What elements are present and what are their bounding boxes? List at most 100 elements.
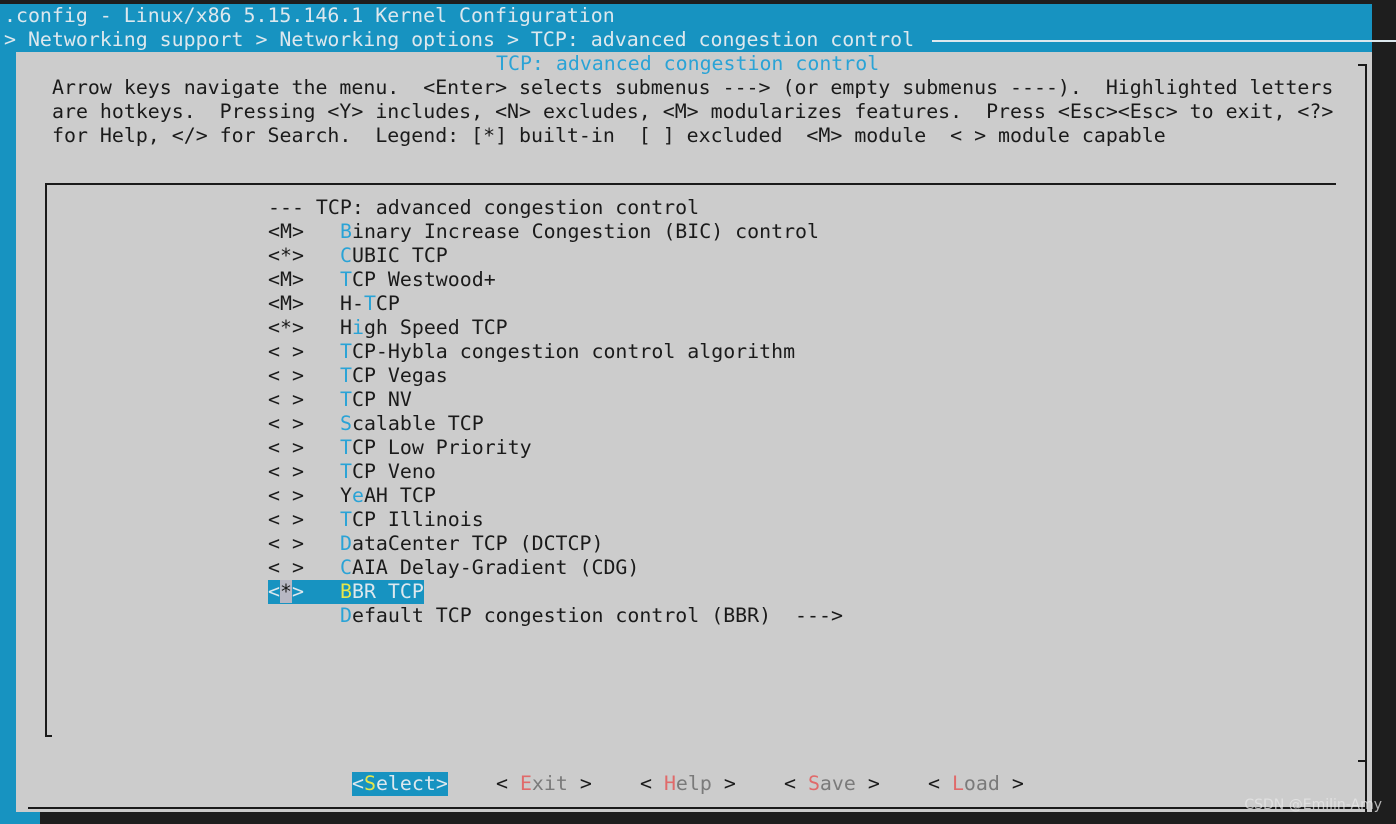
menu-item-label-wrap[interactable]: Binary Increase Congestion (BIC) control…	[340, 220, 819, 244]
menu-item-label-wrap[interactable]: TCP Veno T	[340, 460, 436, 484]
dialog-title: TCP: advanced congestion control	[496, 52, 880, 75]
menu-item-label[interactable]: TCP Veno	[340, 460, 436, 483]
menu-item-label[interactable]: TCP Westwood+	[340, 268, 496, 291]
select-button[interactable]: <Select S >	[352, 772, 448, 796]
menu-item-state[interactable]: <M>	[268, 220, 304, 244]
menu-item-label-wrap[interactable]: CUBIC TCP C	[340, 244, 448, 268]
hotkey-letter: T	[340, 388, 352, 412]
menu-item-label-wrap[interactable]: TCP Low Priority T	[340, 436, 532, 460]
menu-item-state[interactable]: <*>	[268, 316, 304, 340]
hotkey-letter: B	[340, 220, 352, 244]
menu-item-label[interactable]: High Speed TCP	[340, 316, 508, 339]
menu-item-state[interactable]: < >	[268, 436, 304, 460]
hotkey-letter: L	[951, 772, 964, 796]
menu-item-label-wrap[interactable]: CAIA Delay-Gradient (CDG) C	[340, 556, 639, 580]
menu-item-label-wrap[interactable]: TCP Vegas T	[340, 364, 448, 388]
hotkey-letter: T	[363, 292, 376, 316]
hotkey-letter: T	[340, 508, 352, 532]
state-value: *	[279, 580, 292, 603]
menu-item-label[interactable]: TCP Low Priority	[340, 436, 532, 459]
hotkey-letter: T	[340, 460, 352, 484]
dialog-corner	[1358, 64, 1366, 66]
menu-item-state[interactable]: <*>	[268, 580, 304, 604]
bracket: <	[928, 772, 952, 795]
watermark: CSDN @Emilin-Amy	[1244, 797, 1382, 813]
hotkey-letter: B	[340, 580, 352, 604]
hotkey-letter: S	[363, 772, 376, 796]
save-button[interactable]: < Save S >	[784, 772, 880, 796]
menu-item-label[interactable]: Binary Increase Congestion (BIC) control	[340, 220, 819, 243]
menu-item-state[interactable]: < >	[268, 532, 304, 556]
menu-item-state[interactable]: <*>	[268, 244, 304, 268]
menu-item-label-wrap[interactable]: TCP Illinois T	[340, 508, 484, 532]
hotkey-letter: e	[351, 484, 364, 508]
menu-item-state[interactable]: < >	[268, 484, 304, 508]
state-bracket: <	[268, 580, 280, 603]
menu-box-corner	[45, 735, 52, 737]
menu-header: --- TCP: advanced congestion control	[268, 196, 700, 219]
hotkey-letter: C	[340, 556, 352, 580]
hotkey-letter: T	[340, 268, 352, 292]
dialog-bottom-border	[28, 807, 1366, 809]
menu-item-state[interactable]: < >	[268, 556, 304, 580]
breadcrumb: > Networking support > Networking option…	[4, 28, 915, 51]
menu-item-label[interactable]: CAIA Delay-Gradient (CDG)	[340, 556, 639, 579]
bracket: <	[496, 772, 520, 795]
menu-item-label-wrap[interactable]: Scalable TCP S	[340, 412, 484, 436]
menu-item-state[interactable]: < >	[268, 460, 304, 484]
help-button[interactable]: < Help H >	[640, 772, 736, 796]
menu-item-label[interactable]: TCP Illinois	[340, 508, 484, 531]
hotkey-letter: E	[519, 772, 532, 796]
menu-item-label-wrap[interactable]: TCP Westwood+ T	[340, 268, 496, 292]
menu-item-state[interactable]: < >	[268, 412, 304, 436]
menu-item-label-wrap[interactable]: High Speed TCP i	[340, 316, 508, 340]
bracket: <	[784, 772, 808, 795]
menu-item-label[interactable]: TCP Vegas	[340, 364, 448, 387]
help-text-line-1: Arrow keys navigate the menu. <Enter> se…	[52, 76, 1334, 99]
bracket: <	[352, 772, 364, 795]
hotkey-letter: C	[340, 244, 352, 268]
state-bracket: >	[291, 580, 304, 603]
exit-button[interactable]: < Exit E >	[496, 772, 592, 796]
hotkey-letter: D	[340, 604, 352, 628]
menu-item-label-wrap[interactable]: Default TCP congestion control (BBR) ---…	[340, 604, 843, 628]
menu-item-state[interactable]: < >	[268, 364, 304, 388]
load-button[interactable]: < Load L >	[928, 772, 1024, 796]
menu-item-state[interactable]: < >	[268, 388, 304, 412]
menu-item-label[interactable]: CUBIC TCP	[340, 244, 448, 267]
bracket: >	[435, 772, 448, 795]
button-label-wrap[interactable]: Save S	[807, 772, 856, 796]
menu-item-label-wrap[interactable]: TCP-Hybla congestion control algorithm T	[340, 340, 795, 364]
hotkey-letter: T	[340, 364, 352, 388]
menu-item-label-wrap[interactable]: TCP NV T	[340, 388, 412, 412]
menu-item-label[interactable]: Scalable TCP	[340, 412, 484, 435]
dialog-separator-tick	[1358, 760, 1366, 762]
menu-item-state[interactable]: < >	[268, 508, 304, 532]
menu-item-label-wrap[interactable]: BBR TCP B	[340, 580, 424, 604]
button-label-wrap[interactable]: Help H	[663, 772, 712, 796]
button-label-wrap[interactable]: Exit E	[519, 772, 568, 796]
hotkey-letter: H	[663, 772, 676, 796]
help-text-line-3: for Help, </> for Search. Legend: [*] bu…	[52, 124, 1166, 147]
help-text-line-2: are hotkeys. Pressing <Y> includes, <N> …	[52, 100, 1334, 123]
menu-item-label-wrap[interactable]: DataCenter TCP (DCTCP) D	[340, 532, 603, 556]
menu-item-state[interactable]: < >	[268, 340, 304, 364]
menu-item-state[interactable]: <M>	[268, 292, 304, 316]
bracket: >	[855, 772, 880, 795]
breadcrumb-rule	[932, 40, 1396, 42]
menu-item-label-wrap[interactable]: H-TCPT	[340, 292, 400, 316]
menu-item-label[interactable]: DataCenter TCP (DCTCP)	[340, 532, 603, 555]
menu-item-label[interactable]: BBR TCP	[340, 580, 424, 603]
selection-bar	[304, 580, 340, 604]
menu-box-left-border	[45, 183, 47, 737]
menu-item-label[interactable]: TCP-Hybla congestion control algorithm	[340, 340, 795, 363]
menu-item-state[interactable]: <M>	[268, 268, 304, 292]
dialog-right-border	[1365, 64, 1367, 812]
menu-item-label-wrap[interactable]: YeAH TCP e	[340, 484, 436, 508]
menu-box-top-border	[45, 183, 1336, 185]
button-label-wrap[interactable]: Load L	[951, 772, 1000, 796]
hotkey-letter: D	[340, 532, 352, 556]
hotkey-letter: i	[351, 316, 364, 340]
menu-item-label[interactable]: Default TCP congestion control (BBR) ---…	[340, 604, 843, 627]
button-label-wrap[interactable]: Select S	[363, 772, 436, 796]
